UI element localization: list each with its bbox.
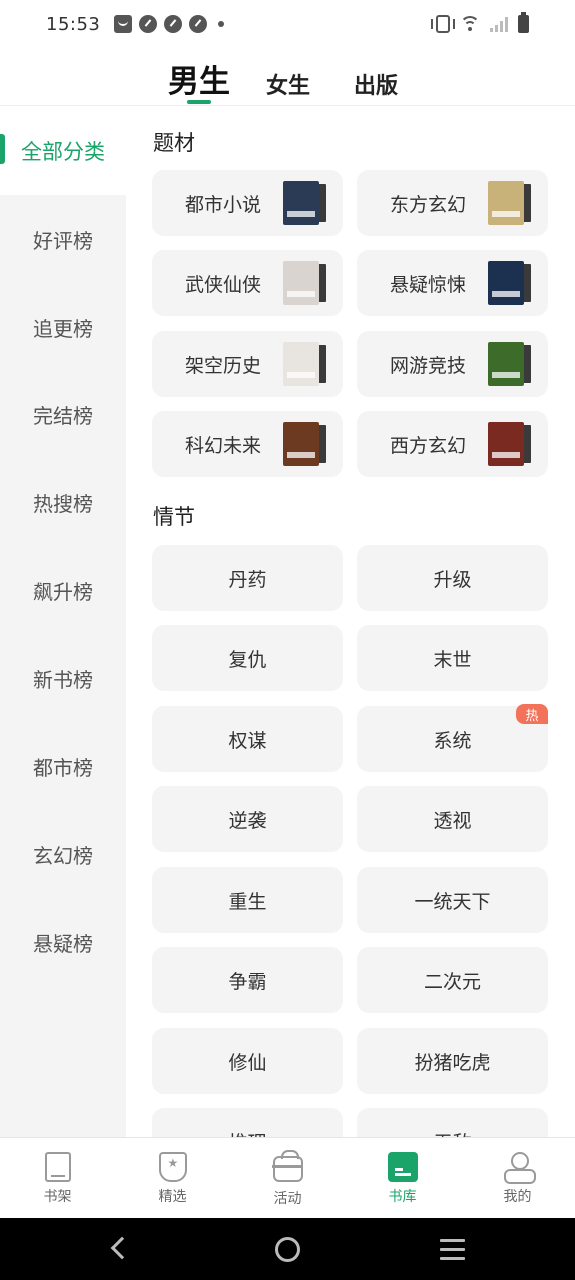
top-tab-bar: 男生 女生 出版 — [0, 48, 575, 106]
plot-tag-hegemony[interactable]: 争霸 — [152, 947, 343, 1013]
plot-tag-revenge[interactable]: 复仇 — [152, 625, 343, 691]
more-notifications-dot-icon — [218, 21, 225, 27]
genre-card-label: 西方玄幻 — [390, 435, 467, 457]
plot-tag-scheming[interactable]: 权谋 — [152, 706, 343, 772]
genre-card-label: 武侠仙侠 — [185, 274, 262, 296]
back-icon[interactable] — [110, 1236, 134, 1260]
genre-card-label: 架空历史 — [185, 355, 262, 377]
hot-badge: 热 — [516, 704, 548, 724]
genre-card-label: 东方玄幻 — [390, 194, 467, 216]
shopping-bag-icon — [114, 15, 133, 33]
plot-tag-cultivation[interactable]: 修仙 — [152, 1028, 343, 1094]
plot-tag-hidden-strength[interactable]: 扮猪吃虎 — [357, 1028, 548, 1094]
sidebar-item-all-categories[interactable]: 全部分类 — [0, 107, 126, 195]
status-bar: 15:53 — [0, 0, 575, 48]
plot-tag-alchemy[interactable]: 丹药 — [152, 545, 343, 611]
library-icon — [387, 1152, 418, 1182]
plot-tag-rebirth[interactable]: 重生 — [152, 867, 343, 933]
active-tab-indicator — [187, 100, 211, 104]
vibrate-icon — [431, 15, 455, 33]
book-cover-image — [283, 342, 326, 386]
tab-male[interactable]: 男生 — [168, 56, 230, 101]
sidebar-item-hot-search[interactable]: 热搜榜 — [0, 458, 126, 546]
home-icon[interactable] — [275, 1237, 300, 1262]
genre-card-alt-history[interactable]: 架空历史 — [152, 331, 343, 397]
wifi-icon — [460, 16, 480, 32]
plot-tag-deduction[interactable]: 推理 — [152, 1108, 343, 1137]
genre-card-label: 悬疑惊悚 — [390, 274, 467, 296]
genre-card-scifi[interactable]: 科幻未来 — [152, 411, 343, 477]
genre-card-wuxia[interactable]: 武侠仙侠 — [152, 250, 343, 316]
nav-item-bookshelf[interactable]: 书架 — [0, 1138, 115, 1218]
genre-card-eastern-fantasy[interactable]: 东方玄幻 — [357, 170, 548, 236]
system-status-icons — [431, 12, 529, 33]
bookshelf-icon — [44, 1152, 71, 1182]
nav-item-profile[interactable]: 我的 — [460, 1138, 575, 1218]
plot-tag-system[interactable]: 系统 热 — [357, 704, 548, 772]
section-title-plot: 情节 — [153, 505, 195, 529]
genre-card-suspense[interactable]: 悬疑惊悚 — [357, 250, 548, 316]
plot-tag-comeback[interactable]: 逆袭 — [152, 786, 343, 852]
category-sidebar: 全部分类 好评榜 追更榜 完结榜 热搜榜 飙升榜 新书榜 都市榜 玄幻榜 悬疑榜 — [0, 107, 126, 1137]
plot-tag-unification[interactable]: 一统天下 — [357, 867, 548, 933]
nav-item-library[interactable]: 书库 — [345, 1138, 460, 1218]
recent-apps-icon[interactable] — [440, 1239, 465, 1260]
plot-tag-label: 系统 — [433, 729, 472, 752]
status-time: 15:53 — [46, 13, 101, 35]
sidebar-item-mystery[interactable]: 悬疑榜 — [0, 898, 126, 986]
gift-icon — [271, 1150, 303, 1182]
book-cover-image — [488, 261, 531, 305]
signal-icon — [490, 16, 508, 32]
compass-icon — [139, 15, 158, 33]
book-cover-image — [488, 342, 531, 386]
sidebar-item-rising[interactable]: 飙升榜 — [0, 546, 126, 634]
tab-publish[interactable]: 出版 — [354, 68, 398, 100]
category-content: 题材 都市小说 东方玄幻 武侠仙侠 悬疑惊悚 架空历史 网游竞技 科幻未来 西方… — [126, 107, 575, 1137]
compass-icon — [164, 15, 183, 33]
book-cover-image — [488, 181, 531, 225]
profile-icon — [503, 1152, 536, 1184]
system-navigation-bar — [0, 1218, 575, 1280]
nav-label: 我的 — [503, 1189, 532, 1205]
nav-label: 书库 — [388, 1189, 417, 1205]
book-cover-image — [283, 422, 326, 466]
book-cover-image — [488, 422, 531, 466]
battery-icon — [518, 12, 529, 33]
book-cover-image — [283, 261, 326, 305]
sidebar-item-new-books[interactable]: 新书榜 — [0, 634, 126, 722]
book-cover-image — [283, 181, 326, 225]
tab-female[interactable]: 女生 — [266, 68, 310, 100]
sidebar-item-urban[interactable]: 都市榜 — [0, 722, 126, 810]
genre-card-western-fantasy[interactable]: 西方玄幻 — [357, 411, 548, 477]
compass-icon — [189, 15, 208, 33]
plot-tag-xray[interactable]: 透视 — [357, 786, 548, 852]
genre-card-gaming[interactable]: 网游竞技 — [357, 331, 548, 397]
plot-tag-anime[interactable]: 二次元 — [357, 947, 548, 1013]
plot-tag-level-up[interactable]: 升级 — [357, 545, 548, 611]
plot-tag-invincible[interactable]: 无敌 — [357, 1108, 548, 1137]
bottom-navigation: 书架 精选 活动 书库 我的 — [0, 1137, 575, 1218]
nav-item-featured[interactable]: 精选 — [115, 1138, 230, 1218]
sidebar-item-top-rated[interactable]: 好评榜 — [0, 195, 126, 283]
sidebar-item-fantasy[interactable]: 玄幻榜 — [0, 810, 126, 898]
genre-card-label: 科幻未来 — [185, 435, 262, 457]
nav-label: 书架 — [43, 1189, 72, 1205]
nav-item-activities[interactable]: 活动 — [230, 1138, 345, 1218]
featured-badge-icon — [158, 1152, 187, 1182]
nav-label: 活动 — [273, 1191, 302, 1207]
notification-icons — [114, 15, 225, 33]
sidebar-item-completed[interactable]: 完结榜 — [0, 370, 126, 458]
genre-card-label: 网游竞技 — [390, 355, 467, 377]
plot-tag-apocalypse[interactable]: 末世 — [357, 625, 548, 691]
nav-label: 精选 — [158, 1189, 187, 1205]
sidebar-item-most-followed[interactable]: 追更榜 — [0, 283, 126, 371]
genre-card-urban[interactable]: 都市小说 — [152, 170, 343, 236]
section-title-genre: 题材 — [153, 131, 195, 155]
genre-card-label: 都市小说 — [185, 194, 262, 216]
